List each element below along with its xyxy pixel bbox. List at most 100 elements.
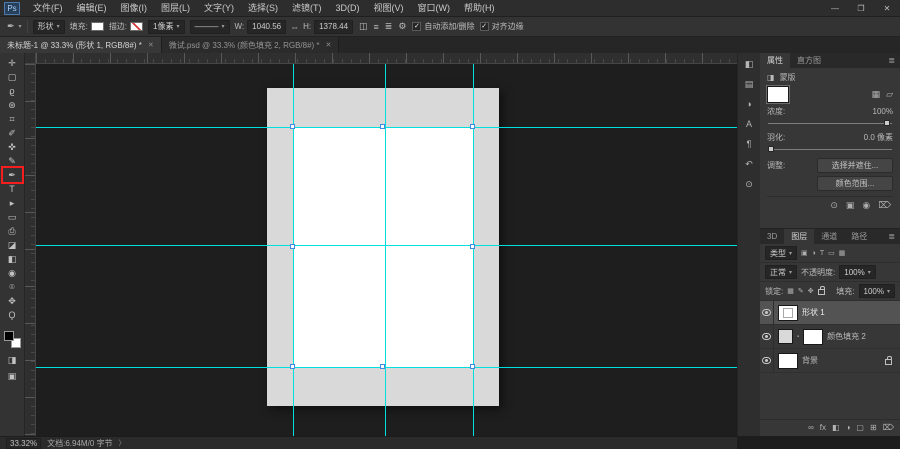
feather-slider[interactable]	[768, 146, 892, 153]
layer-style-icon[interactable]: fx	[820, 423, 826, 433]
filter-type-layers-icon[interactable]: T	[820, 250, 824, 257]
rectangle-tool[interactable]: ▭	[3, 210, 22, 224]
transform-handle[interactable]	[290, 244, 295, 249]
character-panel-icon[interactable]: A	[741, 118, 757, 130]
eraser-tool[interactable]: ◪	[3, 238, 22, 252]
shape-height-input[interactable]: 1378.44	[314, 19, 354, 34]
move-tool[interactable]: ✛	[3, 56, 22, 70]
transform-handle[interactable]	[470, 364, 475, 369]
select-vector-mask-icon[interactable]: ▱	[886, 89, 893, 100]
canvas-viewport[interactable]	[36, 64, 737, 436]
tab-3D[interactable]: 3D	[760, 229, 784, 244]
menu-item[interactable]: 窗口(W)	[411, 0, 458, 17]
path-alignment-icon[interactable]: ≡	[373, 22, 380, 32]
shape-width-input[interactable]: 1040.56	[247, 19, 287, 34]
fill-color-swatch[interactable]	[90, 22, 104, 31]
horizontal-ruler[interactable]	[36, 53, 737, 64]
panel-menu-icon[interactable]: ≣	[883, 229, 900, 244]
link-dimensions-icon[interactable]: ⇔	[289, 22, 300, 32]
foreground-color-swatch[interactable]	[3, 331, 14, 341]
select-and-mask-button[interactable]: 选择并遮住...	[817, 158, 893, 173]
menu-item[interactable]: 图像(I)	[114, 0, 155, 17]
layer-fill-select[interactable]: 100% ▾	[858, 284, 895, 298]
color-panel-icon[interactable]: ◧	[741, 58, 757, 70]
delete-mask-icon[interactable]: ⌦	[878, 200, 891, 210]
opacity-select[interactable]: 100% ▾	[839, 265, 876, 279]
add-layer-mask-icon[interactable]: ◧	[832, 423, 840, 433]
mask-thumbnail[interactable]	[766, 85, 790, 104]
lasso-tool[interactable]: ϱ	[3, 84, 22, 98]
zoom-level-field[interactable]: 33.32%	[6, 437, 42, 449]
quick-mask-icon[interactable]: ◨	[3, 353, 22, 367]
quick-selection-tool[interactable]: ⊛	[3, 98, 22, 112]
tab-通道[interactable]: 通道	[814, 229, 844, 244]
tab-图层[interactable]: 图层	[784, 229, 815, 244]
menu-item[interactable]: 滤镜(T)	[285, 0, 329, 17]
disable-mask-icon[interactable]: ◉	[862, 200, 870, 210]
hand-tool[interactable]: ✥	[3, 294, 22, 308]
filter-adjustment-layers-icon[interactable]: ◑	[812, 250, 816, 257]
transform-handle[interactable]	[290, 364, 295, 369]
layer-row[interactable]: 形状 1	[760, 301, 900, 325]
tab-路径[interactable]: 路径	[844, 229, 874, 244]
auto-add-delete-option[interactable]: ✓ 自动添加/删除	[412, 21, 475, 32]
brush-tool[interactable]: ✎	[3, 154, 22, 168]
clone-stamp-tool[interactable]: ⎙	[3, 224, 22, 238]
path-arrangement-icon[interactable]: ≣	[384, 21, 394, 32]
align-edges-option[interactable]: ✓ 对齐边缘	[479, 21, 524, 32]
layer-row[interactable]: 背景	[760, 349, 900, 373]
menu-item[interactable]: 文字(Y)	[197, 0, 241, 17]
status-expand-icon[interactable]: 〉	[119, 438, 126, 448]
lock-transparent-pixels-icon[interactable]: ▦	[787, 287, 794, 295]
maximize-button[interactable]: ❐	[848, 0, 874, 17]
transform-handle[interactable]	[470, 244, 475, 249]
color-range-button[interactable]: 颜色范围...	[817, 176, 893, 191]
dodge-tool[interactable]: ⌾	[3, 280, 22, 294]
path-selection-tool[interactable]: ▸	[3, 196, 22, 210]
horizontal-type-tool[interactable]: T	[3, 182, 22, 196]
transform-handle[interactable]	[290, 124, 295, 129]
blend-mode-select[interactable]: 正常 ▾	[765, 265, 798, 279]
history-panel-icon[interactable]: ↶	[741, 158, 757, 170]
layer-row[interactable]: ▪ 颜色填充 2	[760, 325, 900, 349]
zoom-tool[interactable]: Ϙ	[3, 308, 22, 322]
close-button[interactable]: ✕	[874, 0, 900, 17]
pen-tool[interactable]: ✒	[0, 166, 24, 184]
adjustments-panel-icon[interactable]: ◑	[741, 98, 757, 110]
guide-horizontal[interactable]	[36, 367, 737, 368]
menu-item[interactable]: 图层(L)	[154, 0, 197, 17]
tool-preset-picker[interactable]: ✒ ▾	[6, 21, 22, 32]
delete-layer-icon[interactable]: ⌦	[883, 423, 894, 433]
menu-item[interactable]: 选择(S)	[241, 0, 285, 17]
stroke-style-select[interactable]: ——— ▾	[189, 19, 230, 34]
gear-icon[interactable]: ⚙	[397, 21, 407, 32]
document-tab[interactable]: 微试.psd @ 33.3% (颜色填充 2, RGB/8#) * ✕	[161, 37, 340, 53]
auto-add-delete-checkbox[interactable]: ✓	[412, 22, 422, 31]
new-adjustment-layer-icon[interactable]: ◑	[846, 423, 851, 433]
menu-item[interactable]: 视图(V)	[367, 0, 411, 17]
tab-histogram[interactable]: 直方图	[790, 53, 828, 68]
layer-thumbnail[interactable]	[778, 352, 798, 369]
load-selection-from-mask-icon[interactable]: ⊙	[830, 200, 838, 210]
filter-smart-objects-icon[interactable]: ▦	[839, 249, 846, 257]
stroke-width-field[interactable]: 1像素 ▾	[148, 19, 185, 34]
layer-visibility-toggle[interactable]	[760, 301, 774, 324]
transform-handle[interactable]	[380, 124, 385, 129]
new-group-icon[interactable]: ▢	[856, 423, 864, 433]
menu-item[interactable]: 帮助(H)	[457, 0, 502, 17]
layer-filter-select[interactable]: 类型 ▾	[765, 246, 798, 260]
menu-item[interactable]: 文件(F)	[26, 0, 70, 17]
guide-horizontal[interactable]	[36, 127, 737, 128]
density-slider-knob[interactable]	[884, 120, 890, 126]
transform-handle[interactable]	[470, 124, 475, 129]
new-layer-icon[interactable]: ⊞	[870, 423, 877, 433]
screen-mode-icon[interactable]: ▣	[3, 369, 22, 383]
guide-vertical[interactable]	[473, 64, 474, 436]
document-tab[interactable]: 未标题-1 @ 33.3% (形状 1, RGB/8#) * ✕	[0, 37, 162, 53]
density-slider[interactable]	[768, 120, 892, 127]
select-pixel-mask-icon[interactable]: ▦	[872, 89, 881, 100]
lock-position-icon[interactable]: ✥	[808, 287, 814, 295]
feather-slider-knob[interactable]	[768, 146, 774, 152]
panel-menu-icon[interactable]: ≣	[883, 53, 900, 68]
guide-vertical[interactable]	[293, 64, 294, 436]
